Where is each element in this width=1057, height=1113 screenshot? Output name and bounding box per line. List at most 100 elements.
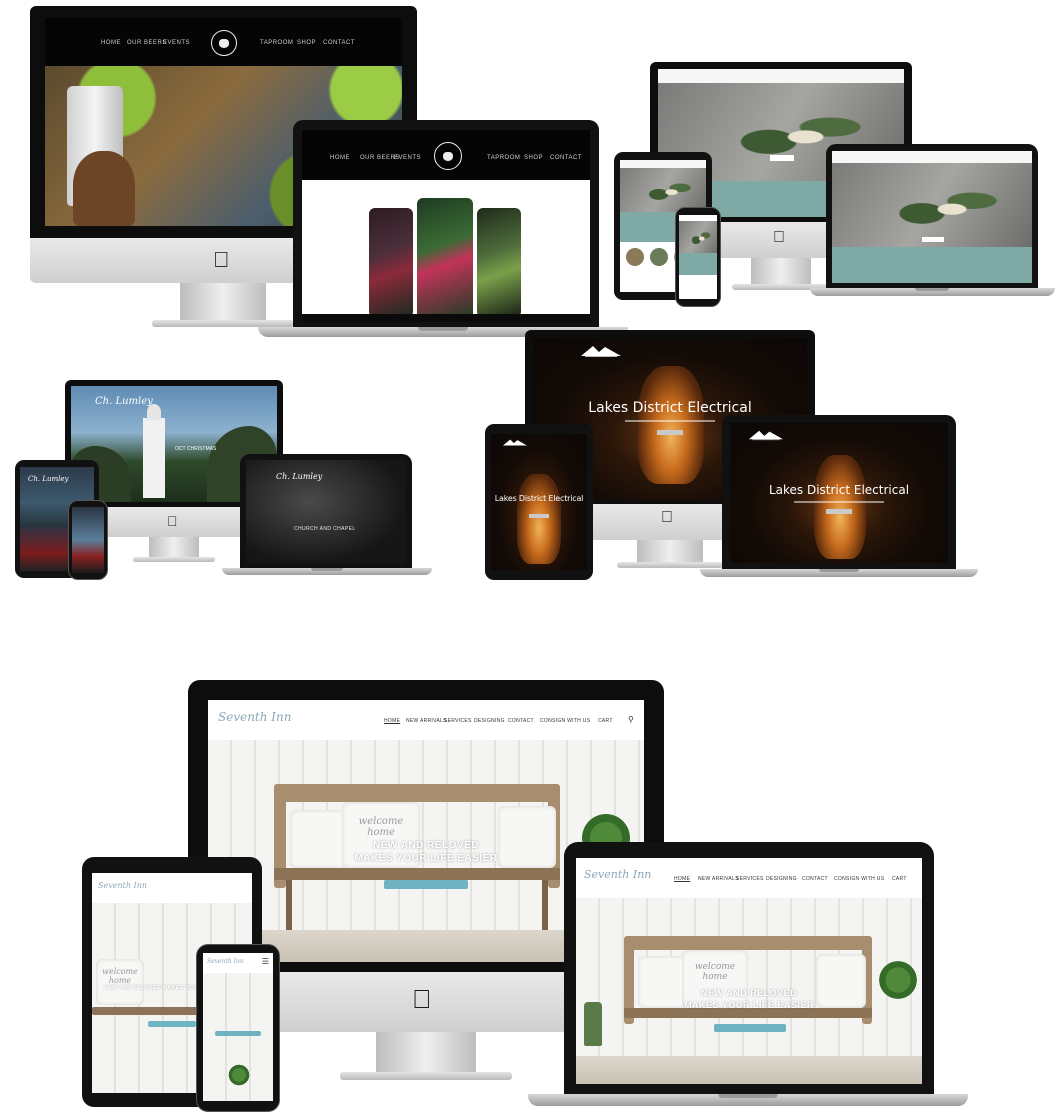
nav-link-home[interactable]: HOME bbox=[674, 876, 690, 882]
mountain-logo-icon[interactable] bbox=[581, 344, 621, 358]
imac-stand bbox=[376, 1032, 476, 1074]
laptop-notch bbox=[718, 1094, 778, 1098]
menu-icon[interactable]: ☰ bbox=[262, 957, 269, 966]
nav-link-events[interactable]: EVENTS bbox=[163, 40, 190, 46]
beer-can-center bbox=[417, 198, 473, 318]
nav-link-designing[interactable]: DESIGNING bbox=[766, 876, 797, 882]
florist-hero-image bbox=[620, 168, 706, 212]
hero-cta-button[interactable] bbox=[215, 1031, 261, 1036]
brewery-nav: HOME OUR BEERS EVENTS TAPROOM SHOP CONTA… bbox=[302, 130, 590, 180]
florist-nav bbox=[658, 69, 904, 84]
church-site-title[interactable]: Ch. Lumley bbox=[276, 472, 322, 481]
laptop-notch bbox=[915, 288, 949, 291]
church-night-image: Ch. Lumley CHURCH AND CHAPEL bbox=[246, 460, 406, 564]
church-site-title[interactable]: Ch. Lumley bbox=[28, 475, 68, 483]
imac-stand bbox=[751, 258, 811, 286]
hero-floor bbox=[576, 1056, 922, 1084]
hero-subtitle-line bbox=[794, 501, 884, 503]
lantern-image bbox=[517, 474, 561, 564]
store-logo[interactable]: Seventh Inn bbox=[584, 868, 651, 881]
nav-link-taproom[interactable]: TAPROOM bbox=[260, 40, 293, 46]
nav-link-cart[interactable]: CART bbox=[892, 876, 907, 882]
nav-link-home[interactable]: HOME bbox=[330, 155, 350, 161]
nav-link-designing[interactable]: DESIGNING bbox=[474, 718, 505, 724]
nav-link-services[interactable]: SERVICES bbox=[736, 876, 764, 882]
hero-headline-line2: MAKES YOUR LIFE EASIER bbox=[684, 1000, 814, 1010]
imac-foot bbox=[340, 1072, 512, 1080]
store-phone-screen: Seventh Inn ☰ bbox=[203, 953, 273, 1101]
nav-link-cart[interactable]: CART bbox=[598, 718, 613, 724]
florist-phone bbox=[675, 207, 721, 307]
lantern-image bbox=[814, 455, 866, 559]
apple-logo-icon:  bbox=[213, 249, 230, 271]
nav-link-consign[interactable]: CONSIGN WITH US bbox=[540, 718, 590, 724]
nav-link-new-arrivals[interactable]: NEW ARRIVALS bbox=[406, 718, 447, 724]
church-phone bbox=[68, 500, 108, 580]
store-hero-image bbox=[203, 973, 273, 1101]
store-nav: Seventh Inn HOME NEW ARRIVALS SERVICES D… bbox=[208, 700, 644, 740]
laptop-notch bbox=[311, 568, 343, 571]
beer-can-right bbox=[477, 208, 521, 316]
nav-link-shop[interactable]: SHOP bbox=[297, 40, 316, 46]
store-laptop: Seventh Inn HOME NEW ARRIVALS SERVICES D… bbox=[528, 842, 968, 1112]
nav-link-consign[interactable]: CONSIGN WITH US bbox=[834, 876, 884, 882]
nav-link-new-arrivals[interactable]: NEW ARRIVALS bbox=[698, 876, 739, 882]
store-nav: Seventh Inn bbox=[92, 873, 252, 903]
florist-laptop bbox=[810, 144, 1055, 300]
church-dark-heading: CHURCH AND CHAPEL bbox=[294, 526, 356, 532]
electrical-hero-title: Lakes District Electrical bbox=[588, 400, 752, 416]
search-icon[interactable]: ⚲ bbox=[628, 715, 634, 724]
brewery-laptop: HOME OUR BEERS EVENTS TAPROOM SHOP CONTA… bbox=[258, 120, 628, 340]
brewery-logo[interactable] bbox=[211, 30, 237, 56]
nav-link-taproom[interactable]: TAPROOM bbox=[487, 155, 520, 161]
product-thumb[interactable] bbox=[650, 248, 668, 266]
hero-cta-button[interactable] bbox=[826, 509, 852, 514]
florist-cta-button[interactable] bbox=[770, 155, 794, 161]
florist-hero-image bbox=[832, 163, 1032, 247]
nav-link-contact[interactable]: CONTACT bbox=[802, 876, 828, 882]
imac-stand bbox=[149, 537, 199, 559]
brewery-laptop-screen: HOME OUR BEERS EVENTS TAPROOM SHOP CONTA… bbox=[302, 130, 590, 322]
mountain-logo-icon[interactable] bbox=[748, 429, 784, 441]
pillow-text: welcome home bbox=[102, 967, 138, 985]
nav-link-home[interactable]: HOME bbox=[384, 718, 400, 724]
nav-link-contact[interactable]: CONTACT bbox=[323, 40, 355, 46]
store-logo[interactable]: Seventh Inn bbox=[218, 710, 292, 724]
hero-cta-button[interactable] bbox=[714, 1024, 786, 1032]
nav-link-events[interactable]: EVENTS bbox=[394, 155, 421, 161]
mountain-logo-icon[interactable] bbox=[503, 438, 527, 447]
imac-foot bbox=[133, 557, 215, 562]
hero-cta-button[interactable] bbox=[148, 1021, 196, 1027]
store-phone: Seventh Inn ☰ bbox=[196, 944, 280, 1112]
plant-image bbox=[227, 1063, 251, 1087]
can-shadow-bar bbox=[302, 314, 590, 322]
nav-link-home[interactable]: HOME bbox=[101, 40, 121, 46]
bench-seat bbox=[274, 868, 560, 880]
hero-headline-line1: NEW AND RELOVED bbox=[700, 988, 798, 998]
apple-logo-icon:  bbox=[412, 986, 432, 1012]
product-thumb[interactable] bbox=[626, 248, 644, 266]
brewery-logo[interactable] bbox=[434, 142, 462, 170]
store-logo[interactable]: Seventh Inn bbox=[207, 958, 244, 965]
electrical-laptop-screen: Lakes District Electrical bbox=[730, 423, 948, 563]
bench-back bbox=[628, 936, 868, 950]
florist-cta-button[interactable] bbox=[922, 237, 944, 242]
nav-link-services[interactable]: SERVICES bbox=[444, 718, 472, 724]
nav-link-contact[interactable]: CONTACT bbox=[550, 155, 582, 161]
florist-hero-image bbox=[679, 221, 717, 253]
imac-stand bbox=[180, 283, 266, 323]
nav-link-shop[interactable]: SHOP bbox=[524, 155, 543, 161]
church-site-title[interactable]: Ch. Lumley bbox=[95, 396, 153, 407]
hero-cta-button[interactable] bbox=[384, 880, 468, 889]
hero-cta-button[interactable] bbox=[529, 514, 549, 518]
electrical-tablet: Lakes District Electrical bbox=[485, 424, 593, 580]
store-logo[interactable]: Seventh Inn bbox=[98, 881, 147, 890]
hero-cta-button[interactable] bbox=[657, 430, 683, 435]
hero-animal bbox=[73, 151, 135, 226]
church-laptop-screen: Ch. Lumley CHURCH AND CHAPEL bbox=[246, 460, 406, 564]
nav-link-contact[interactable]: CONTACT bbox=[508, 718, 534, 724]
electrical-hero-title: Lakes District Electrical bbox=[768, 483, 910, 497]
nav-link-beers[interactable]: OUR BEERS bbox=[127, 40, 167, 46]
florist-teal-band bbox=[679, 253, 717, 275]
store-nav: Seventh Inn HOME NEW ARRIVALS SERVICES D… bbox=[576, 858, 922, 898]
